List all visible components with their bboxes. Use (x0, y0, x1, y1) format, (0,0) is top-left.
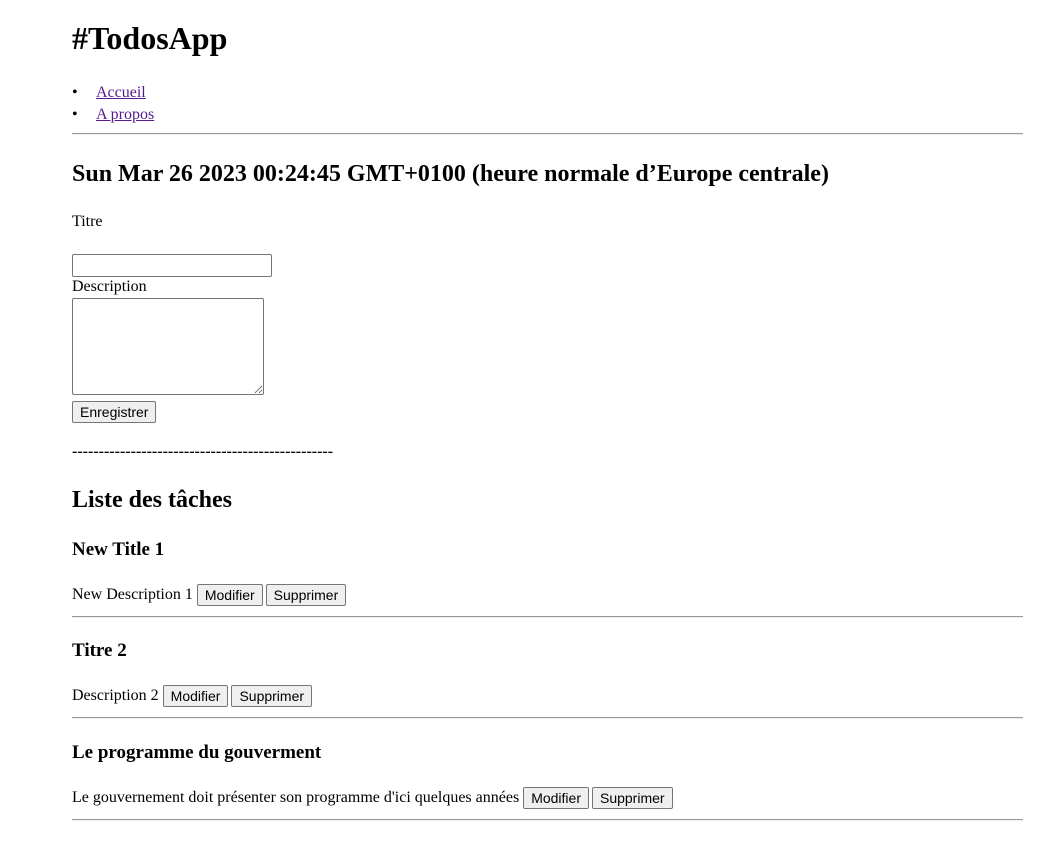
save-button[interactable]: Enregistrer (72, 401, 157, 423)
delete-button[interactable]: Supprimer (591, 787, 673, 810)
todo-row: Description 2 Modifier Supprimer (72, 684, 313, 708)
todo-row: Le gouvernement doit présenter son progr… (72, 786, 673, 810)
todo-description: Le gouvernement doit présenter son progr… (72, 789, 520, 806)
todo-description: Description 2 (72, 687, 159, 704)
todo-title: New Title 1 (72, 539, 165, 560)
edit-button[interactable]: Modifier (523, 787, 589, 810)
bullet-icon: • (72, 106, 78, 123)
task-list-heading: Liste des tâches (72, 487, 232, 513)
delete-button[interactable]: Supprimer (265, 584, 347, 607)
description-label: Description (72, 278, 147, 295)
page: #TodosApp • Accueil • A propos Sun Mar 2… (0, 0, 1052, 862)
divider (72, 133, 1023, 135)
current-date: Sun Mar 26 2023 00:24:45 GMT+0100 (heure… (72, 161, 829, 187)
edit-button[interactable]: Modifier (162, 685, 229, 708)
app-title: #TodosApp (72, 20, 228, 56)
todo-title: Le programme du gouverment (72, 742, 322, 763)
description-textarea[interactable] (72, 298, 264, 395)
edit-button[interactable]: Modifier (196, 584, 263, 607)
todo-title: Titre 2 (72, 640, 127, 661)
divider (72, 717, 1023, 719)
nav-link-a-propos[interactable]: A propos (96, 104, 154, 126)
title-input[interactable] (72, 254, 272, 277)
divider (72, 819, 1023, 821)
todo-row: New Description 1 Modifier Supprimer (72, 583, 347, 607)
separator-text: ----------------------------------------… (72, 443, 334, 460)
delete-button[interactable]: Supprimer (231, 685, 313, 708)
title-label: Titre (72, 213, 103, 230)
divider (72, 616, 1023, 618)
nav-link-accueil[interactable]: Accueil (96, 82, 146, 104)
todo-description: New Description 1 (72, 586, 193, 603)
bullet-icon: • (72, 84, 78, 101)
